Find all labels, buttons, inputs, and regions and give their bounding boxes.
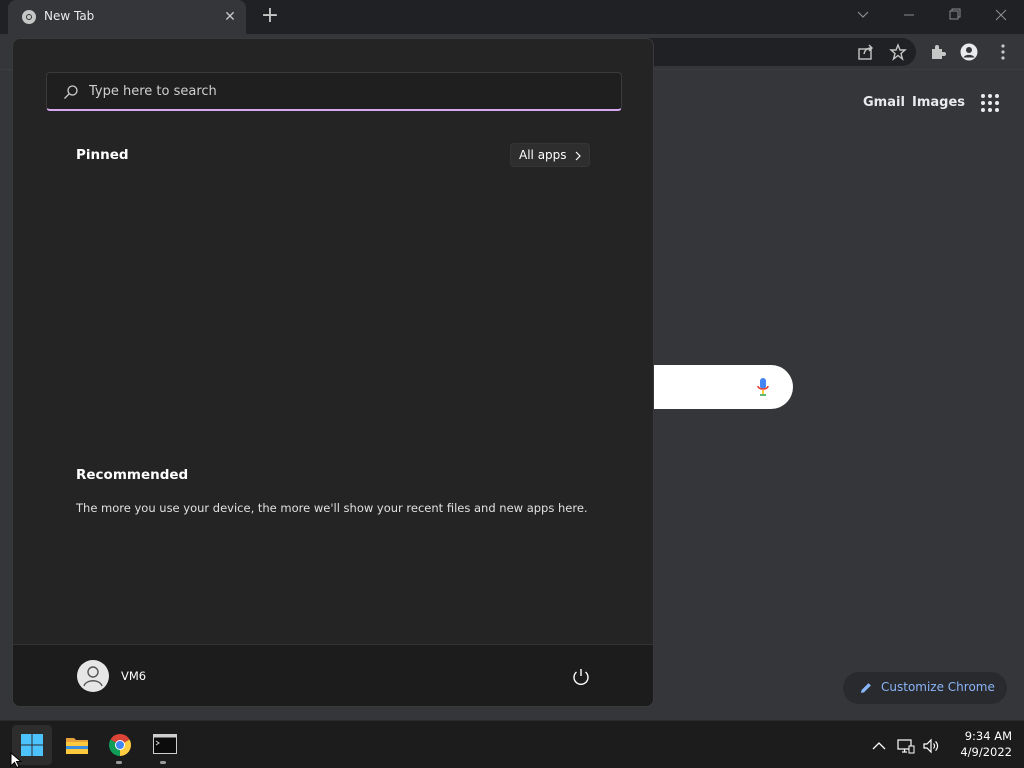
customize-chrome-label: Customize Chrome [881,680,995,694]
user-avatar-icon [83,666,103,687]
pinned-heading: Pinned [76,147,129,163]
recommended-heading: Recommended [76,467,189,483]
profile-icon[interactable] [960,43,978,61]
power-icon[interactable] [570,666,592,688]
window-close-icon[interactable] [986,4,1016,26]
file-explorer-icon [66,738,88,754]
voice-search-mic-icon[interactable] [756,377,770,397]
restore-icon[interactable] [940,4,970,26]
chevron-right-icon [575,151,581,161]
browser-tab[interactable]: New Tab ✕ [8,0,246,34]
bookmark-star-icon[interactable] [889,43,907,61]
windows-logo-icon [21,734,43,756]
avatar [77,660,109,692]
mouse-cursor-icon [10,752,22,768]
all-apps-button[interactable]: All apps [510,143,590,167]
chrome-favicon-icon [22,10,36,24]
start-search-box[interactable] [46,72,622,111]
tab-title: New Tab [44,9,95,23]
clock-time: 9:34 AM [964,729,1012,743]
taskbar: 9:34 AM 4/9/2022 [0,720,1024,768]
running-indicator [160,761,166,764]
pencil-icon [861,683,871,693]
share-icon[interactable] [857,43,875,61]
running-indicator [116,761,122,764]
browser-tabstrip: New Tab ✕ + [0,0,1024,34]
new-tab-button[interactable]: + [258,5,282,29]
tab-search-icon[interactable] [848,4,878,26]
chrome-menu-icon[interactable] [994,43,1012,61]
desktop: New Tab ✕ + Gmail Images Customize Chrom… [0,0,1024,768]
network-icon[interactable] [897,737,915,755]
search-input[interactable] [89,80,609,102]
customize-chrome-button[interactable]: Customize Chrome [843,672,1007,704]
chrome-taskbar-button[interactable] [100,725,140,765]
recommended-empty-text: The more you use your device, the more w… [76,501,588,515]
taskbar-clock[interactable]: 9:34 AM 4/9/2022 [950,729,1012,759]
all-apps-label: All apps [519,148,567,162]
file-explorer-button[interactable] [56,725,96,765]
minimize-icon[interactable] [894,4,924,26]
user-name: VM6 [121,669,147,683]
extensions-puzzle-icon[interactable] [929,43,947,61]
start-menu: Pinned All apps Recommended The more you… [12,38,654,707]
tab-close-icon[interactable]: ✕ [222,9,238,25]
clock-date: 4/9/2022 [960,745,1012,759]
start-menu-footer: VM6 [13,644,653,706]
search-icon [64,85,78,99]
terminal-icon [153,734,177,754]
chrome-icon [109,734,131,756]
images-link[interactable]: Images [912,95,965,110]
google-apps-icon[interactable] [980,93,1000,113]
chevron-up-icon[interactable] [870,737,888,755]
volume-icon[interactable] [922,737,940,755]
gmail-link[interactable]: Gmail [863,95,905,110]
terminal-taskbar-button[interactable] [144,725,184,765]
user-account-button[interactable]: VM6 [69,659,189,695]
